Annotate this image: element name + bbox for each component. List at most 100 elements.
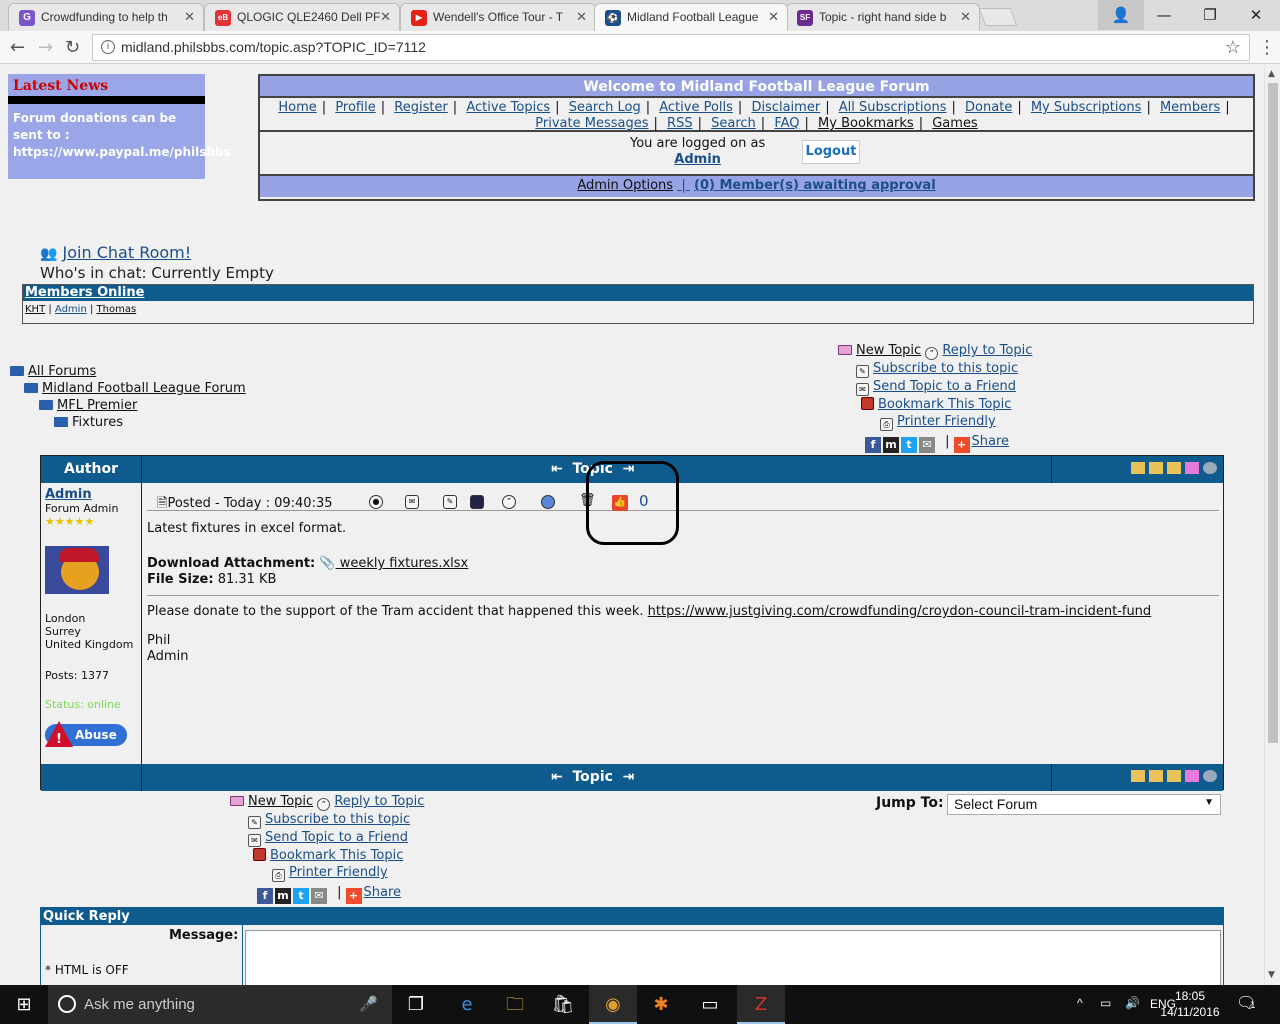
email-icon[interactable]: ✉	[919, 437, 935, 453]
volume-icon[interactable]: 🔊	[1125, 996, 1140, 1010]
prev-topic-icon[interactable]: ⇤	[551, 769, 563, 785]
edge-icon[interactable]: e	[443, 985, 491, 1024]
facebook-icon[interactable]: f	[865, 437, 881, 453]
nav-members[interactable]: Members	[1160, 100, 1220, 115]
info-icon[interactable]: i	[101, 40, 115, 54]
star-icon[interactable]: ☆	[1225, 37, 1241, 58]
new-topic-link[interactable]: New Topic	[248, 794, 313, 809]
donate-link[interactable]: https://www.justgiving.com/crowdfunding/…	[648, 604, 1152, 619]
nav-profile[interactable]: Profile	[335, 100, 375, 115]
member-link[interactable]: KHT	[25, 304, 45, 315]
tab-youtube[interactable]: ▶ Wendell's Office Tour - T ✕	[400, 3, 596, 31]
close-icon[interactable]: ✕	[380, 9, 391, 25]
microphone-icon[interactable]: 🎤	[359, 985, 378, 1024]
addthis-icon[interactable]: +	[953, 437, 970, 453]
refresh-icon[interactable]	[1203, 462, 1217, 474]
nav-games[interactable]: Games	[932, 116, 977, 131]
share-link[interactable]: Share	[972, 434, 1010, 449]
attachment-link[interactable]: weekly fixtures.xlsx	[336, 556, 469, 571]
pm-icon[interactable]	[470, 495, 484, 509]
author-name[interactable]: Admin	[45, 487, 137, 502]
scroll-down-icon[interactable]: ▼	[1268, 970, 1275, 980]
subscribe-link[interactable]: Subscribe to this topic	[873, 361, 1018, 376]
page-scrollbar[interactable]: ▲ ▼	[1264, 65, 1280, 985]
reply-link[interactable]: Reply to Topic	[334, 794, 424, 809]
members-online-title[interactable]: Members Online	[25, 285, 144, 300]
bookmark-link[interactable]: Bookmark This Topic	[270, 848, 403, 863]
tab-midland[interactable]: ⚽ Midland Football League ✕	[594, 3, 788, 31]
new-tab-button[interactable]	[978, 8, 1018, 26]
printer-link[interactable]: Printer Friendly	[897, 414, 996, 429]
user-icon[interactable]: 👤	[1098, 0, 1144, 30]
notifications-icon[interactable]: 🗨 1	[1236, 993, 1256, 1012]
folder-edit-icon[interactable]	[1149, 770, 1163, 782]
reply-link[interactable]: Reply to Topic	[942, 343, 1032, 358]
logged-user-link[interactable]: Admin	[674, 152, 721, 167]
quote-icon[interactable]: ”	[502, 495, 516, 509]
logout-button[interactable]: Logout	[802, 140, 860, 164]
tab-topic[interactable]: SF Topic - right hand side b ✕	[786, 3, 980, 31]
addthis-icon[interactable]: +	[345, 888, 362, 904]
nav-all-subscriptions[interactable]: All Subscriptions	[839, 100, 947, 115]
chrome-icon[interactable]: ◉	[589, 985, 637, 1024]
nav-my-subscriptions[interactable]: My Subscriptions	[1031, 100, 1142, 115]
subscribe-link[interactable]: Subscribe to this topic	[265, 812, 410, 827]
twitter-icon[interactable]: t	[901, 437, 917, 453]
myspace-icon[interactable]: m	[275, 888, 291, 904]
nav-home[interactable]: Home	[278, 100, 316, 115]
send-link[interactable]: Send Topic to a Friend	[265, 830, 408, 845]
store-icon[interactable]: 🛍	[539, 985, 587, 1024]
member-link[interactable]: Thomas	[97, 304, 137, 315]
close-icon[interactable]: ✕	[576, 9, 587, 25]
awaiting-approval-link[interactable]: (0) Member(s) awaiting approval	[694, 178, 936, 193]
nav-private-messages[interactable]: Private Messages	[535, 116, 648, 131]
myspace-icon[interactable]: m	[883, 437, 899, 453]
share-link[interactable]: Share	[364, 885, 402, 900]
restore-button[interactable]: ❐	[1187, 0, 1233, 30]
profile-icon[interactable]: ●	[369, 495, 383, 509]
windows-start-icon[interactable]: ⊞	[0, 985, 48, 1024]
nav-active-polls[interactable]: Active Polls	[659, 100, 733, 115]
bookmark-link[interactable]: Bookmark This Topic	[878, 397, 1011, 412]
admin-options-link[interactable]: Admin Options	[577, 178, 673, 193]
back-icon[interactable]: ←	[10, 37, 25, 58]
nav-register[interactable]: Register	[394, 100, 448, 115]
terminal-icon[interactable]: ▭	[686, 985, 734, 1024]
folder-move-icon[interactable]	[1185, 462, 1199, 474]
scroll-up-icon[interactable]: ▲	[1268, 69, 1275, 79]
nav-my-bookmarks[interactable]: My Bookmarks	[818, 116, 914, 131]
scroll-thumb[interactable]	[1268, 83, 1278, 743]
folder-move-icon[interactable]	[1185, 770, 1199, 782]
tab-qlogic[interactable]: eB QLOGIC QLE2460 Dell PF ✕	[204, 3, 400, 31]
folder-delete-icon[interactable]	[1167, 770, 1181, 782]
member-link[interactable]: Admin	[55, 304, 87, 315]
clock[interactable]: 18:05 14/11/2016	[1160, 988, 1220, 1020]
nav-search[interactable]: Search	[711, 116, 756, 131]
folder-edit-icon[interactable]	[1149, 462, 1163, 474]
app-icon[interactable]: ✱	[637, 985, 685, 1024]
send-pm-icon[interactable]: ✉	[405, 495, 419, 509]
folder-lock-icon[interactable]	[1131, 462, 1145, 474]
reload-icon[interactable]: ↻	[65, 37, 80, 58]
forward-icon[interactable]: →	[38, 37, 53, 58]
menu-icon[interactable]: ⋮	[1258, 37, 1276, 58]
new-topic-link[interactable]: New Topic	[856, 343, 921, 358]
refresh-icon[interactable]	[1203, 770, 1217, 782]
next-topic-icon[interactable]: ⇥	[623, 769, 635, 785]
folder-delete-icon[interactable]	[1167, 462, 1181, 474]
send-link[interactable]: Send Topic to a Friend	[873, 379, 1016, 394]
minimize-button[interactable]: —	[1141, 0, 1187, 30]
twitter-icon[interactable]: t	[293, 888, 309, 904]
close-window-button[interactable]: ✕	[1233, 0, 1279, 30]
join-chat-link[interactable]: Join Chat Room!	[63, 243, 192, 262]
email-icon[interactable]: ✉	[311, 888, 327, 904]
file-explorer-icon[interactable]: 🗀	[491, 985, 539, 1024]
printer-link[interactable]: Printer Friendly	[289, 865, 388, 880]
task-view-icon[interactable]: ❐	[392, 985, 440, 1024]
close-icon[interactable]: ✕	[768, 9, 779, 25]
edit-icon[interactable]: ✎	[443, 495, 457, 509]
nav-active-topics[interactable]: Active Topics	[466, 100, 550, 115]
prev-topic-icon[interactable]: ⇤	[551, 461, 563, 477]
message-textarea[interactable]	[245, 930, 1221, 985]
cortana-search[interactable]: Ask me anything 🎤	[48, 985, 392, 1024]
